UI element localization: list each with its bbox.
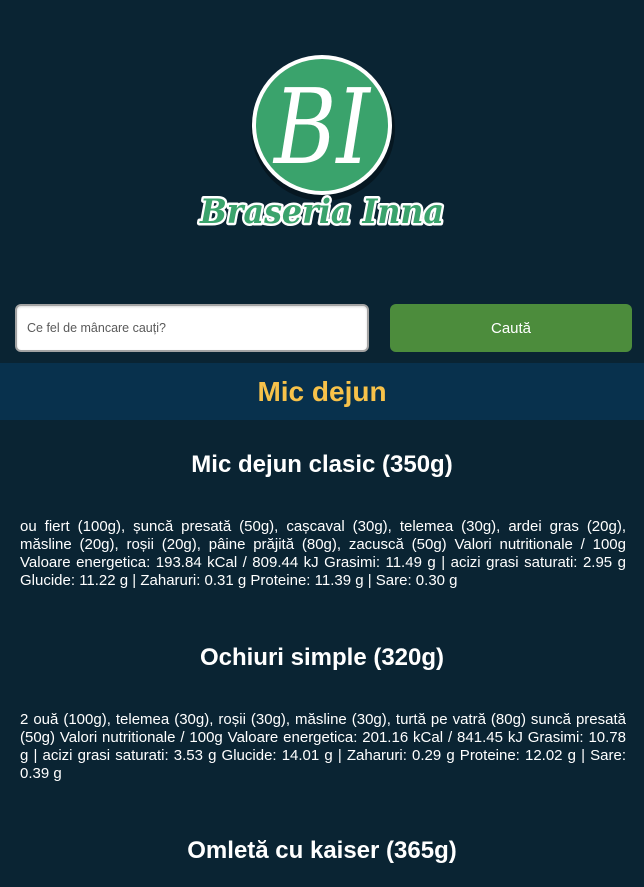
category-header: Mic dejun xyxy=(0,363,644,420)
search-bar: Caută xyxy=(0,304,644,352)
menu-item: Omletă cu kaiser (365g) xyxy=(0,806,644,866)
menu-item-title: Ochiuri simple (320g) xyxy=(199,644,445,671)
search-button[interactable]: Caută xyxy=(390,304,632,352)
menu-item-description: 2 ouă (100g), telemea (30g), roșii (30g)… xyxy=(20,711,626,782)
category-title: Mic dejun xyxy=(257,375,387,407)
search-input[interactable] xyxy=(15,304,369,352)
logo-monogram: BI xyxy=(272,66,371,188)
brand-logo[interactable]: BI Braseria Inna xyxy=(0,0,644,304)
menu-item: Ochiuri simple (320g) 2 ouă (100g), tele… xyxy=(0,613,644,783)
menu-item: Mic dejun clasic (350g) ou fiert (100g),… xyxy=(0,420,644,590)
menu-item-description: ou fiert (100g), șuncă presată (50g), ca… xyxy=(20,518,626,589)
brand-name: Braseria Inna xyxy=(199,192,444,232)
menu-item-title: Mic dejun clasic (350g) xyxy=(191,451,453,478)
page: BI Braseria Inna Caută Mic dejun Mic dej… xyxy=(0,0,644,887)
logo-header: BI Braseria Inna xyxy=(0,0,644,304)
menu-category: Mic dejun Mic dejun clasic (350g) ou fie… xyxy=(0,363,644,866)
menu-item-title: Omletă cu kaiser (365g) xyxy=(187,837,457,864)
